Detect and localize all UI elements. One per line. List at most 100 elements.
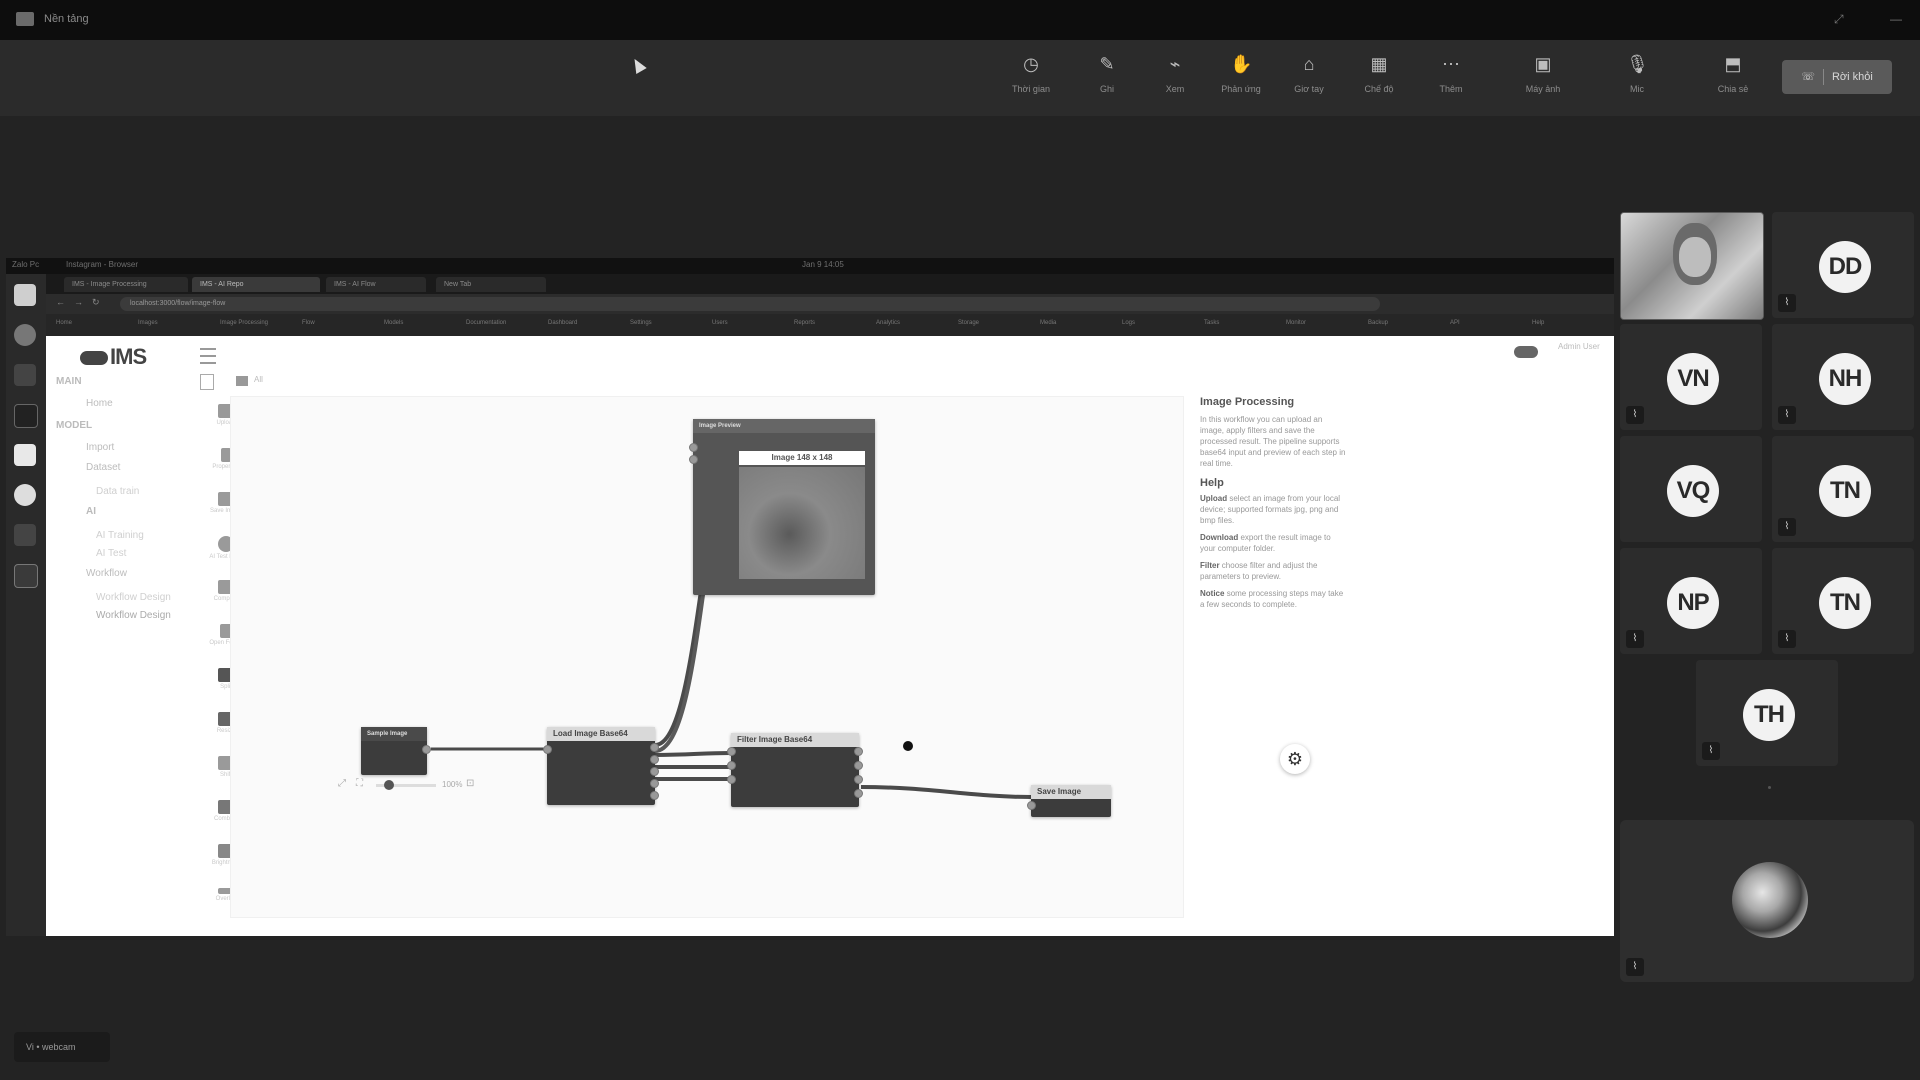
self-video-tile[interactable] [1620, 212, 1764, 320]
bookmark-item[interactable]: Documentation [466, 320, 506, 326]
participant-tile[interactable]: TN ⌇ [1772, 436, 1914, 542]
output-port[interactable] [650, 791, 659, 800]
view-button[interactable]: ⌁ Xem [1140, 50, 1210, 110]
fit-icon[interactable]: ⤢ [338, 778, 346, 789]
menu-item-workflow[interactable]: Workflow [86, 568, 127, 579]
source-node[interactable]: Sample Image [361, 727, 431, 775]
bookmark-item[interactable]: Reports [794, 320, 815, 326]
output-port[interactable] [650, 743, 659, 752]
menu-item-data-train[interactable]: Data train [96, 486, 139, 497]
app-icon[interactable] [14, 284, 36, 306]
save-image-node[interactable]: Save Image [1027, 785, 1111, 817]
menu-toggle-icon[interactable] [200, 348, 216, 364]
forward-icon[interactable]: → [74, 297, 83, 307]
frame-icon[interactable]: ⛶ [356, 778, 363, 789]
menu-item-import[interactable]: Import [86, 442, 114, 453]
bookmark-item[interactable]: Backup [1368, 320, 1388, 326]
timer-button[interactable]: ◷ Thời gian [996, 50, 1066, 110]
browser-tab[interactable]: IMS - Image Processing [64, 277, 188, 292]
bookmark-item[interactable]: Tasks [1204, 320, 1219, 326]
participant-tile[interactable]: DD ⌇ [1772, 212, 1914, 318]
input-port[interactable] [727, 747, 736, 756]
bookmark-item[interactable]: API [1450, 320, 1460, 326]
participant-tile[interactable]: VQ [1620, 436, 1762, 542]
menu-item-ai-test[interactable]: AI Test [96, 548, 126, 559]
menu-item-workflow-design[interactable]: Workflow Design [96, 592, 171, 603]
output-port[interactable] [422, 745, 431, 754]
bookmark-item[interactable]: Flow [302, 320, 315, 326]
status-pill[interactable]: Vi • webcam [14, 1032, 110, 1062]
back-icon[interactable]: ← [56, 297, 65, 307]
flow-canvas[interactable]: Sample Image Load Image Base64 Image Pre… [230, 396, 1184, 918]
menu-item-dataset[interactable]: Dataset [86, 462, 120, 473]
mic-button[interactable]: 🎙 Mic [1602, 50, 1672, 110]
browser-icon[interactable] [14, 324, 36, 346]
zoom-slider-handle[interactable] [384, 780, 394, 790]
document-icon[interactable] [200, 374, 214, 390]
restore-icon[interactable]: ⤢ [1834, 12, 1844, 27]
bookmark-item[interactable]: Images [138, 320, 158, 326]
calendar-icon[interactable] [14, 364, 36, 386]
editor-icon[interactable] [14, 564, 38, 588]
expand-icon[interactable]: ⊡ [466, 778, 474, 789]
bookmark-item[interactable]: Logs [1122, 320, 1135, 326]
bookmark-item[interactable]: Models [384, 320, 403, 326]
raise-hand-button[interactable]: ⌂ Giơ tay [1274, 50, 1344, 110]
reload-icon[interactable]: ↻ [92, 297, 100, 308]
terminal-icon[interactable] [14, 404, 38, 428]
files-icon[interactable] [14, 444, 36, 466]
leave-button[interactable]: ☏ Rời khỏi [1782, 60, 1892, 94]
bookmark-item[interactable]: Settings [630, 320, 652, 326]
bookmark-item[interactable]: Image Processing [220, 320, 268, 326]
bookmark-item[interactable]: Storage [958, 320, 979, 326]
bookmark-item[interactable]: Media [1040, 320, 1056, 326]
input-port[interactable] [1027, 801, 1036, 810]
load-image-node[interactable]: Load Image Base64 [543, 727, 659, 805]
more-button[interactable]: ⋯ Thêm [1416, 50, 1486, 110]
image-preview-node[interactable]: Image Preview Image 148 x 148 [689, 419, 875, 595]
participant-tile[interactable]: NH ⌇ [1772, 324, 1914, 430]
output-port[interactable] [650, 755, 659, 764]
user-avatar[interactable] [1514, 346, 1538, 358]
bookmark-item[interactable]: Users [712, 320, 728, 326]
reactions-button[interactable]: ✋ Phản ứng [1206, 50, 1276, 110]
input-port[interactable] [689, 443, 698, 452]
filter-image-node[interactable]: Filter Image Base64 [727, 733, 863, 807]
share-button[interactable]: ⬒ Chia sẻ [1698, 50, 1768, 110]
active-speaker-tile[interactable]: ⌇ [1620, 820, 1914, 982]
bookmark-item[interactable]: Home [56, 320, 72, 326]
minimize-icon[interactable]: — [1890, 12, 1902, 26]
input-port[interactable] [727, 761, 736, 770]
participant-tile[interactable]: TN ⌇ [1772, 548, 1914, 654]
camera-button[interactable]: ▣ Máy ảnh [1508, 50, 1578, 110]
browser-tab[interactable]: IMS - AI Repo [192, 277, 320, 292]
input-port[interactable] [689, 455, 698, 464]
settings-gear-icon[interactable]: ⚙ [1280, 744, 1310, 774]
bookmark-item[interactable]: Help [1532, 320, 1544, 326]
menu-item-home[interactable]: Home [86, 398, 113, 409]
bookmark-item[interactable]: Monitor [1286, 320, 1306, 326]
output-port[interactable] [650, 767, 659, 776]
browser-tab[interactable]: IMS - AI Flow [326, 277, 426, 292]
record-button[interactable]: ✎ Ghi [1072, 50, 1142, 110]
input-port[interactable] [727, 775, 736, 784]
output-port[interactable] [854, 761, 863, 770]
participant-tile[interactable]: VN ⌇ [1620, 324, 1762, 430]
output-port[interactable] [854, 775, 863, 784]
breadcrumb[interactable]: All [254, 375, 263, 384]
table-icon[interactable] [14, 524, 36, 546]
browser-tab[interactable]: New Tab [436, 277, 546, 292]
bookmark-item[interactable]: Analytics [876, 320, 900, 326]
output-port[interactable] [854, 747, 863, 756]
output-port[interactable] [854, 789, 863, 798]
input-port[interactable] [543, 745, 552, 754]
bookmark-item[interactable]: Dashboard [548, 320, 577, 326]
participant-tile[interactable]: NP ⌇ [1620, 548, 1762, 654]
menu-item-ai-training[interactable]: AI Training [96, 530, 144, 541]
menu-item-workflow-design-active[interactable]: Workflow Design [96, 610, 171, 621]
layout-button[interactable]: ▦ Chế độ [1344, 50, 1414, 110]
folder-icon[interactable] [236, 376, 248, 386]
chrome-icon[interactable] [14, 484, 36, 506]
output-port[interactable] [650, 779, 659, 788]
participant-tile[interactable]: TH ⌇ [1696, 660, 1838, 766]
